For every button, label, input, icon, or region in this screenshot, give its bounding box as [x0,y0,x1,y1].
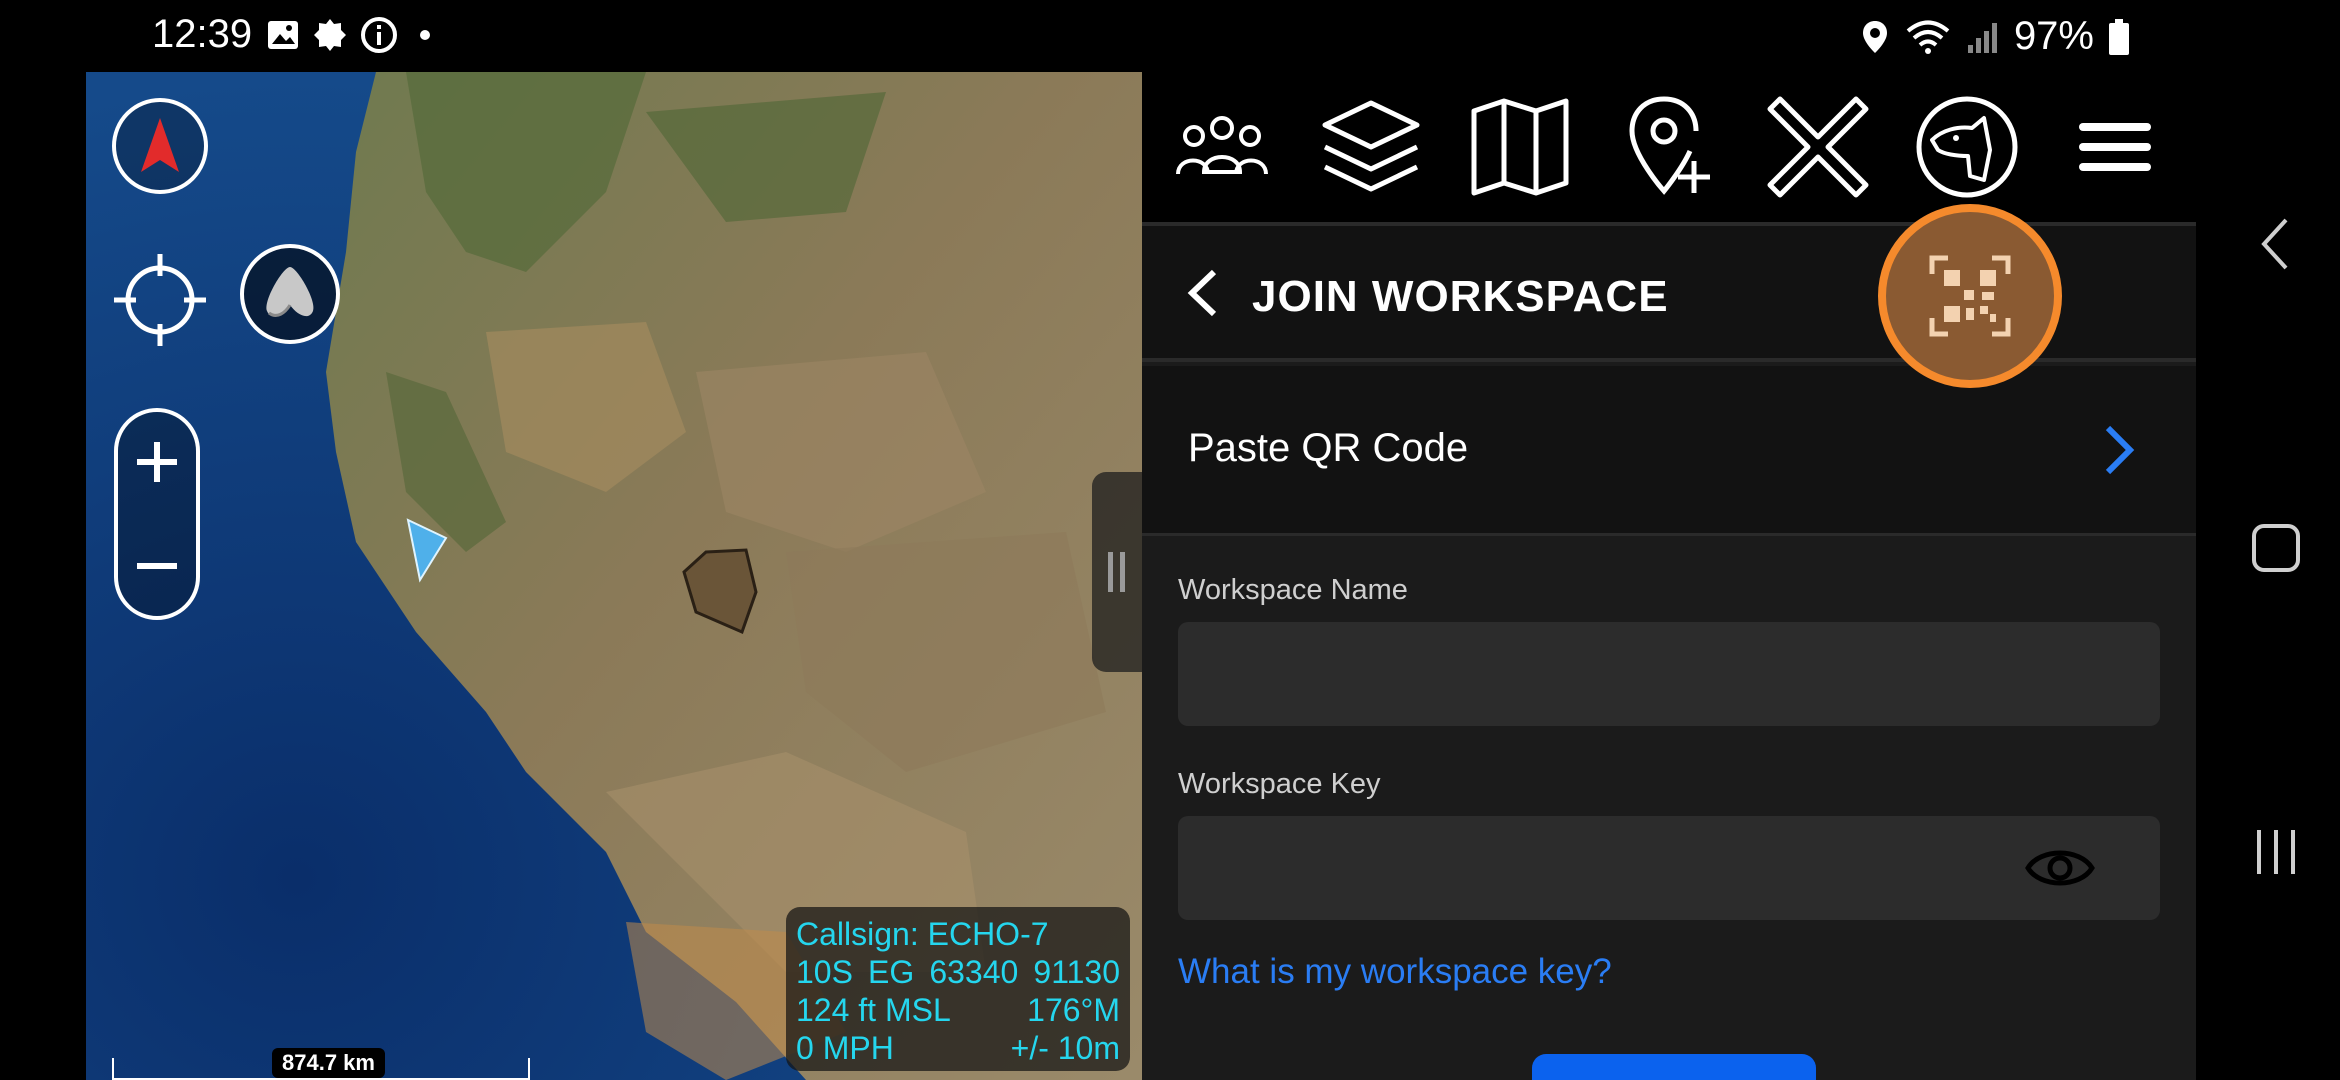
team-button[interactable] [1162,87,1282,207]
scale-bar: 874.7 km [112,1048,530,1080]
close-tool-button[interactable] [1758,87,1878,207]
gallery-icon [268,21,298,49]
north-arrow-icon [141,118,179,172]
position-info-box: Callsign: ECHO-7 10S EG 63340 91130 124 … [786,907,1130,1071]
zoom-out-button[interactable] [118,516,196,616]
map-layers-button[interactable] [240,244,340,344]
main-toolbar [1142,72,2196,222]
crosshair-icon [114,254,206,346]
team-icon [1176,116,1269,175]
status-bar: 12:39 97% [0,0,2340,72]
paste-qr-code-row[interactable]: Paste QR Code [1142,366,2196,536]
speed: 0 MPH [796,1030,894,1066]
plus-icon [137,442,177,482]
drawer-handle[interactable] [1092,472,1142,672]
easting: 63340 [929,954,1019,990]
dot-icon [420,30,430,40]
chevron-right-icon [2105,425,2135,475]
dog-icon [1916,96,2018,198]
nav-home-button[interactable] [2246,518,2306,578]
menu-icon [2079,123,2152,171]
join-button[interactable] [1532,1054,1816,1080]
grid-square: EG [868,954,915,990]
map-icon [1471,98,1569,196]
location-icon [1862,20,1887,53]
nav-back-icon [2261,218,2288,270]
nav-home-icon [2252,524,2300,572]
back-arrow-icon[interactable] [1180,268,1230,318]
paste-qr-code-label: Paste QR Code [1188,426,1469,470]
grid-zone: 10S [796,954,853,990]
eye-icon[interactable] [2024,840,2096,896]
map-view[interactable]: Callsign: ECHO-7 10S EG 63340 91130 124 … [86,72,1142,1080]
battery-icon [2109,18,2129,55]
speed-row: 0 MPH +/- 10m [796,1029,1120,1067]
status-time: 12:39 [152,12,253,56]
callsign-row: Callsign: ECHO-7 [796,915,1120,953]
dog-tracking-button[interactable] [1907,87,2027,207]
menu-button[interactable] [2055,87,2175,207]
minus-icon [137,563,177,569]
map-button[interactable] [1460,87,1580,207]
layers-toggle-icon [266,267,314,317]
status-notification-icons [266,16,440,54]
altitude-row: 124 ft MSL 176°M [796,991,1120,1029]
altitude: 124 ft MSL [796,992,951,1028]
callsign-text: Callsign: ECHO-7 [796,916,1049,952]
info-icon [361,17,397,53]
layers-icon [1322,100,1420,192]
heading: 176°M [1027,992,1120,1028]
compass-button[interactable] [112,98,208,194]
nav-recents-icon [2257,830,2295,874]
workspace-name-input[interactable] [1178,622,2160,726]
locate-button[interactable] [110,250,210,350]
zoom-in-button[interactable] [118,412,196,512]
northing: 91130 [1033,954,1120,990]
scale-label: 874.7 km [272,1048,385,1078]
panel-title: JOIN WORKSPACE [1252,272,1669,321]
qr-code-icon [1929,255,2011,337]
workspace-key-label: Workspace Key [1178,768,1381,800]
grid-row: 10S EG 63340 91130 [796,953,1120,991]
scan-qr-button[interactable] [1878,204,2062,388]
nav-recents-button[interactable] [2246,822,2306,882]
layers-button[interactable] [1311,87,1431,207]
battery-percent: 97% [2013,14,2094,58]
zoom-control [114,408,200,620]
system-nav-bar [2196,72,2340,1080]
workspace-key-help-link[interactable]: What is my workspace key? [1178,952,1612,992]
add-waypoint-icon [1629,96,1710,195]
badge-icon [314,19,346,51]
close-icon [1767,96,1869,198]
workspace-key-input[interactable] [1178,816,2160,920]
wifi-icon [1906,20,1950,54]
nav-back-button[interactable] [2246,214,2306,274]
workspace-name-label: Workspace Name [1178,574,1408,606]
status-system-icons: 97% [1860,14,2130,59]
grip-icon [1108,552,1125,592]
add-waypoint-button[interactable] [1609,87,1729,207]
signal-icon [1967,22,1997,53]
accuracy: +/- 10m [1010,1030,1120,1066]
